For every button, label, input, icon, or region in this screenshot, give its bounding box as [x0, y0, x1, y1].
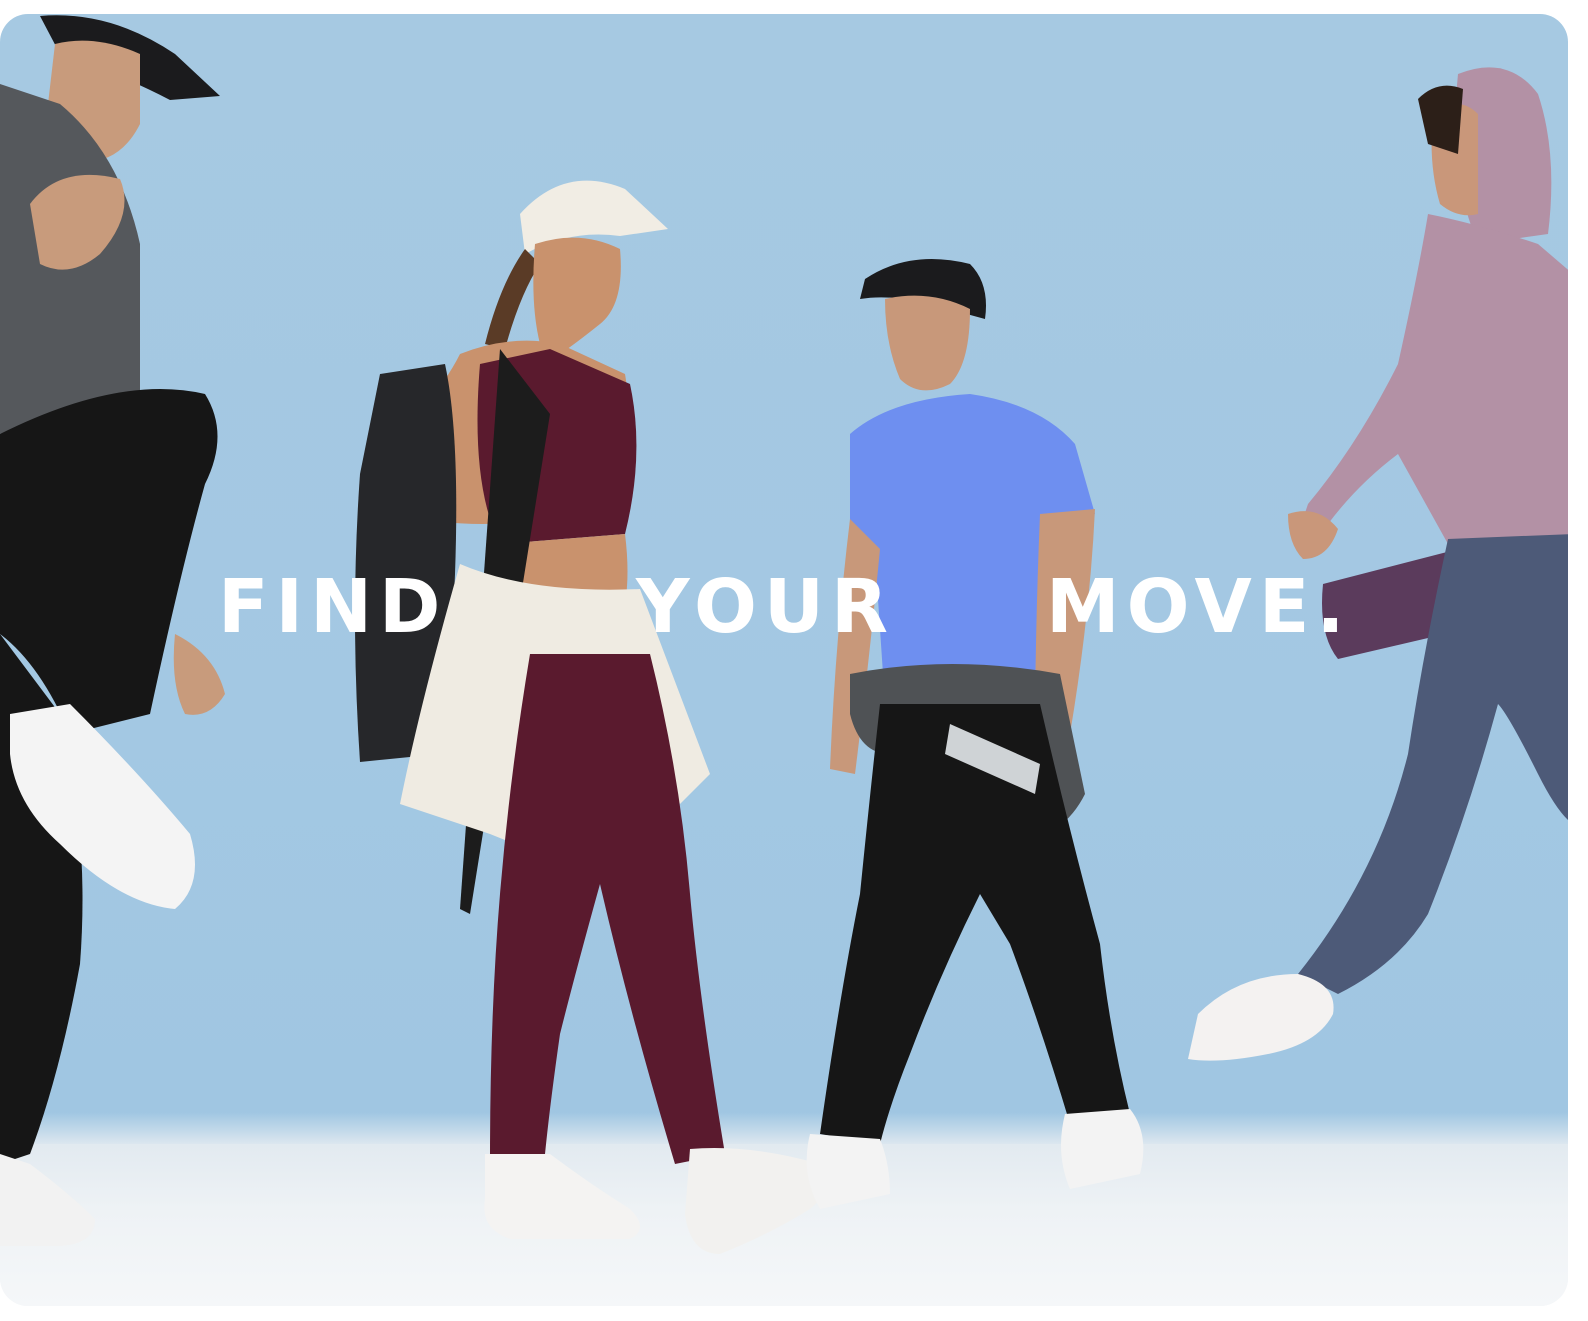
model-man-grey-top [0, 15, 225, 1246]
hero-banner: FIND YOUR MOVE. [0, 14, 1568, 1306]
headline-word-move: MOVE. [1046, 564, 1352, 650]
model-woman-burgundy-set [355, 180, 828, 1254]
headline-word-find: FIND [218, 564, 448, 650]
model-man-blue-tee [806, 259, 1144, 1209]
model-woman-mauve-hoodie [1188, 67, 1568, 1061]
headline-word-your: YOUR [636, 564, 895, 650]
